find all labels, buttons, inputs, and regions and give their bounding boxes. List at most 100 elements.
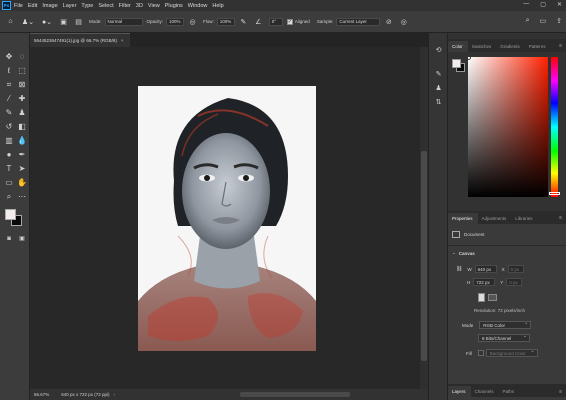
- zoom-tool-icon[interactable]: ⌕: [3, 191, 15, 202]
- history-brush-tool-icon[interactable]: ↺: [3, 121, 15, 132]
- close-icon[interactable]: ✕: [557, 1, 562, 8]
- color-picker-field[interactable]: [466, 55, 548, 197]
- foreground-color-swatch[interactable]: [5, 209, 16, 220]
- rectangle-tool-icon[interactable]: ▭: [3, 177, 15, 188]
- portrait-orientation-button[interactable]: [478, 293, 485, 302]
- type-tool-icon[interactable]: T: [3, 163, 15, 174]
- document-tab[interactable]: 5644523647491(1).jpg @ 66.7% (RGB/8) ×: [30, 33, 130, 47]
- menu-filter[interactable]: Filter: [119, 3, 131, 9]
- hue-slider-marker[interactable]: [549, 192, 560, 195]
- menu-help[interactable]: Help: [212, 3, 223, 9]
- gradient-tool-icon[interactable]: ▥: [3, 135, 15, 146]
- path-select-tool-icon[interactable]: ➤: [16, 163, 28, 174]
- tab-paths[interactable]: Paths: [499, 389, 520, 397]
- dodge-tool-icon[interactable]: ●: [3, 149, 15, 160]
- color-panel-foreground[interactable]: [452, 59, 461, 68]
- vertical-scrollbar[interactable]: [420, 47, 428, 389]
- properties-menu-icon[interactable]: ≡: [559, 215, 562, 221]
- link-icon[interactable]: ⛓: [456, 266, 462, 272]
- clone-stamp-icon[interactable]: ♟⌄: [21, 17, 35, 26]
- vertical-scroll-thumb[interactable]: [421, 151, 427, 361]
- healing-brush-tool-icon[interactable]: ✚: [16, 93, 28, 104]
- tab-libraries[interactable]: Libraries: [511, 216, 537, 224]
- eyedropper-tool-icon[interactable]: ⁄: [3, 93, 15, 104]
- pressure-opacity-icon[interactable]: ◎: [188, 17, 197, 26]
- menu-3d[interactable]: 3D: [136, 3, 143, 9]
- tab-patterns[interactable]: Patterns: [525, 44, 551, 52]
- clone-source-panel-icon[interactable]: ♟: [434, 83, 443, 92]
- menu-image[interactable]: Image: [42, 3, 57, 9]
- aligned-checkbox[interactable]: ✓: [286, 18, 293, 25]
- brush-settings-icon[interactable]: ▣: [59, 17, 68, 26]
- minimize-icon[interactable]: —: [523, 1, 529, 8]
- brush-size-icon[interactable]: ●⌄: [41, 17, 53, 26]
- tab-channels[interactable]: Channels: [471, 389, 499, 397]
- menu-view[interactable]: View: [148, 3, 160, 9]
- layers-menu-icon[interactable]: ≡: [559, 389, 562, 395]
- horizontal-scroll-thumb[interactable]: [240, 392, 350, 397]
- document-image[interactable]: [138, 86, 316, 351]
- tab-adjustments[interactable]: Adjustments: [478, 216, 512, 224]
- history-panel-icon[interactable]: ⟲: [434, 45, 443, 54]
- hue-slider[interactable]: [549, 57, 560, 197]
- quick-select-tool-icon[interactable]: ⬚: [16, 65, 28, 76]
- eraser-tool-icon[interactable]: ◧: [16, 121, 28, 132]
- pen-tool-icon[interactable]: ✒: [16, 149, 28, 160]
- close-tab-icon[interactable]: ×: [121, 38, 124, 43]
- menu-type[interactable]: Type: [81, 3, 93, 9]
- menu-window[interactable]: Window: [188, 3, 208, 9]
- y-field[interactable]: 0 px: [506, 278, 523, 286]
- menu-select[interactable]: Select: [98, 3, 113, 9]
- x-field[interactable]: 0 px: [507, 265, 524, 273]
- panel-menu-icon[interactable]: ≡: [559, 43, 562, 49]
- flow-field[interactable]: 100%: [216, 17, 235, 26]
- crop-tool-icon[interactable]: ⌗: [3, 79, 15, 90]
- sample-select[interactable]: Current Layer: [336, 17, 381, 26]
- menu-edit[interactable]: Edit: [28, 3, 37, 9]
- color-mode-select[interactable]: RGB Color: [479, 320, 532, 329]
- airbrush-icon[interactable]: ✎: [239, 17, 248, 26]
- pressure-size-icon[interactable]: ◎: [399, 17, 408, 26]
- tab-swatches[interactable]: Swatches: [468, 44, 497, 52]
- maximize-icon[interactable]: ▢: [540, 1, 546, 8]
- menu-file[interactable]: File: [14, 3, 23, 9]
- quick-mask-icon[interactable]: ◙: [3, 233, 15, 244]
- bit-depth-select[interactable]: 8 Bits/Channel: [478, 333, 530, 342]
- opacity-field[interactable]: 100%: [166, 17, 185, 26]
- move-tool-icon[interactable]: ✥: [3, 51, 15, 62]
- home-icon[interactable]: ⌂: [6, 17, 15, 26]
- brush-panel-icon[interactable]: ✎: [434, 69, 443, 78]
- lasso-tool-icon[interactable]: ℓ: [3, 65, 15, 76]
- hand-tool-icon[interactable]: ✋: [16, 177, 28, 188]
- marquee-tool-icon[interactable]: ◌: [16, 51, 28, 62]
- status-arrow-icon[interactable]: ›: [114, 392, 116, 397]
- mode-select[interactable]: Normal: [104, 17, 143, 26]
- width-field[interactable]: 640 px: [474, 265, 497, 273]
- tab-color[interactable]: Color: [448, 41, 468, 52]
- ignore-adjustment-icon[interactable]: ⊘: [384, 17, 393, 26]
- chevron-down-icon[interactable]: ⌄: [452, 250, 456, 256]
- clone-stamp-tool-icon[interactable]: ♟: [16, 107, 28, 118]
- blur-tool-icon[interactable]: 💧: [16, 135, 28, 146]
- menu-plugins[interactable]: Plugins: [165, 3, 183, 9]
- height-field[interactable]: 722 px: [473, 278, 496, 286]
- search-icon[interactable]: ⌕: [526, 17, 530, 25]
- adjust-panel-icon[interactable]: ⇅: [434, 97, 443, 106]
- angle-field[interactable]: 0°: [268, 17, 283, 26]
- tab-layers[interactable]: Layers: [448, 386, 471, 397]
- photoshop-logo[interactable]: Ps: [2, 1, 11, 10]
- fill-select[interactable]: Background Color: [485, 348, 538, 357]
- brush-tool-icon[interactable]: ✎: [3, 107, 15, 118]
- zoom-level[interactable]: 66.67%: [34, 392, 49, 397]
- workspace-icon[interactable]: ▭: [540, 17, 547, 25]
- clone-source-icon[interactable]: ▤: [74, 17, 83, 26]
- tab-properties[interactable]: Properties: [448, 213, 478, 224]
- more-tools-icon[interactable]: ⋯: [16, 191, 28, 202]
- landscape-orientation-button[interactable]: [488, 294, 497, 301]
- share-icon[interactable]: ⇪: [556, 17, 562, 25]
- screen-mode-icon[interactable]: ▣: [16, 233, 28, 244]
- frame-tool-icon[interactable]: ⊠: [16, 79, 28, 90]
- tab-gradients[interactable]: Gradients: [496, 44, 525, 52]
- color-picker-marker[interactable]: [466, 55, 471, 60]
- menu-layer[interactable]: Layer: [63, 3, 77, 9]
